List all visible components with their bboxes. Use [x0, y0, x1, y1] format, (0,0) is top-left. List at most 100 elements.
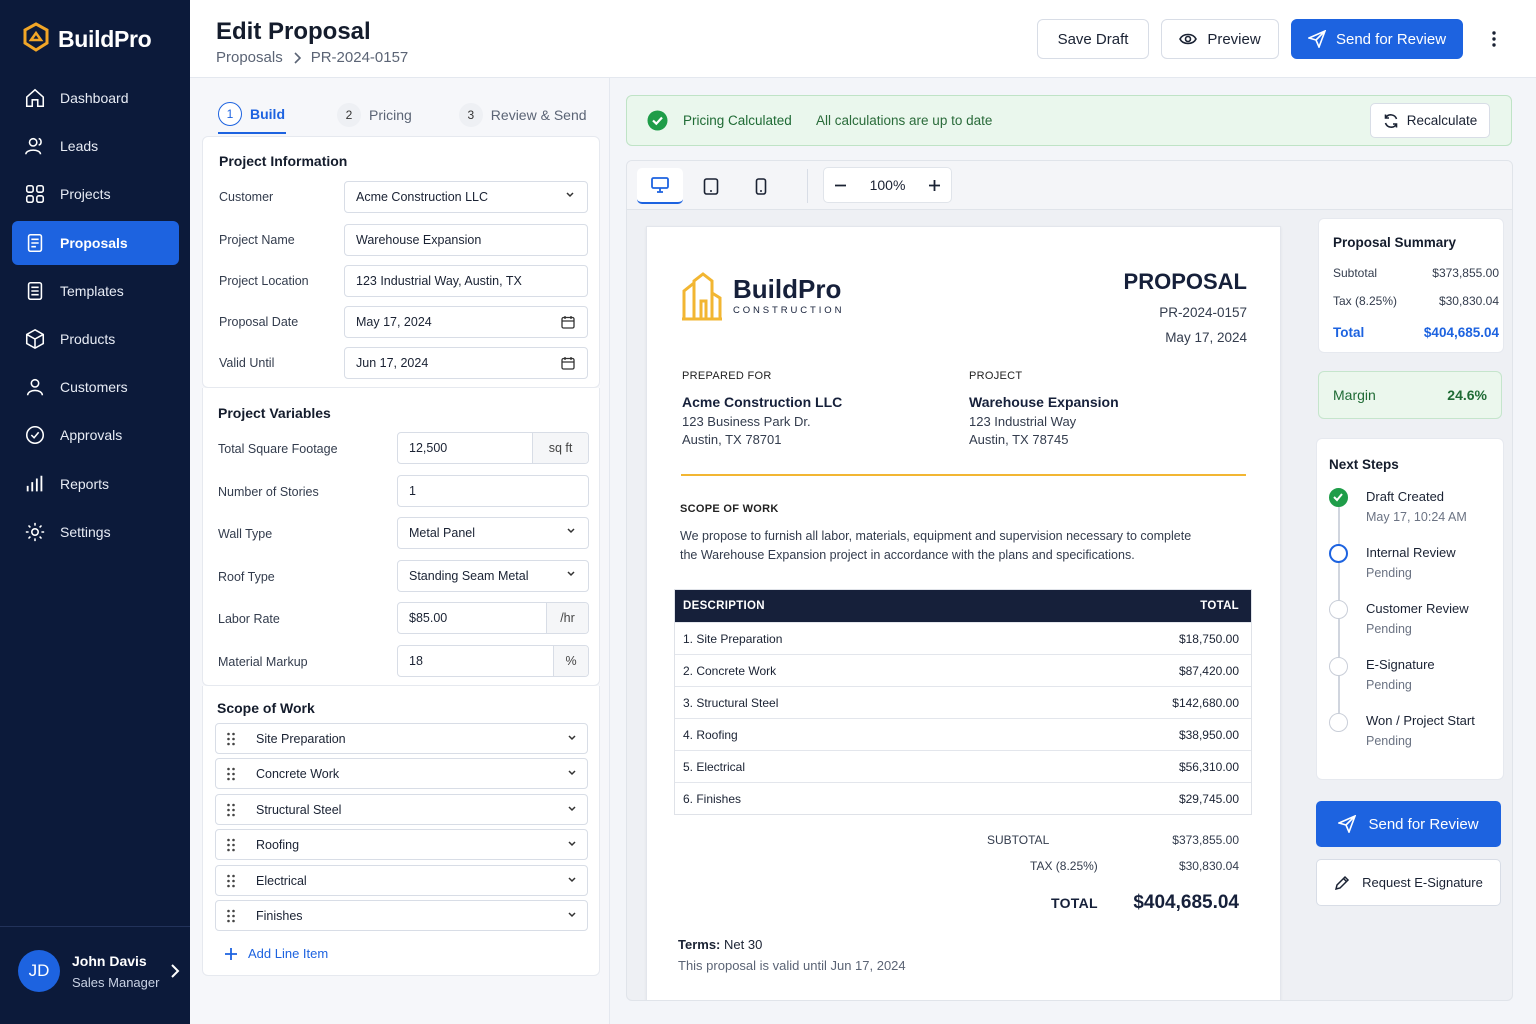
sidebar-item-customers[interactable]: Customers [12, 365, 179, 409]
wall-type-select[interactable]: Metal Panel [397, 517, 589, 549]
square-footage-value: 12,500 [409, 441, 448, 455]
stories-value: 1 [409, 484, 416, 498]
next-steps-title: Next Steps [1329, 457, 1399, 472]
next-steps-card: Next Steps Draft Created May 17, 10:24 A… [1316, 438, 1504, 780]
scope-item-structural-steel[interactable]: Structural Steel [215, 794, 588, 825]
stories-field[interactable]: 1 [397, 475, 589, 507]
tablet-view-button[interactable] [688, 168, 734, 204]
chevron-down-icon [568, 770, 576, 776]
save-draft-label: Save Draft [1057, 30, 1129, 48]
request-esignature-button[interactable]: Request E-Signature [1316, 859, 1501, 906]
table-row: 2. Concrete Work $87,420.00 [675, 654, 1251, 686]
drag-handle-icon[interactable] [226, 874, 236, 888]
step-label: Review & Send [490, 107, 587, 123]
drag-handle-icon[interactable] [226, 909, 236, 923]
building-logo-icon [682, 272, 722, 321]
prepared-for-label: PREPARED FOR [682, 370, 772, 382]
recalculate-button[interactable]: Recalculate [1370, 103, 1490, 138]
drag-handle-icon[interactable] [226, 838, 236, 852]
card-title: Project Variables [218, 405, 331, 421]
send-for-review-side-button[interactable]: Send for Review [1316, 801, 1501, 847]
sidebar-item-settings[interactable]: Settings [12, 510, 179, 554]
preview-button[interactable]: Preview [1161, 19, 1279, 59]
field-label: Wall Type [218, 527, 273, 541]
labor-rate-field[interactable]: $85.00 /hr [397, 602, 589, 634]
scope-item-label: Finishes [256, 908, 303, 923]
zoom-out-button[interactable] [834, 179, 847, 192]
sidebar-item-reports[interactable]: Reports [12, 462, 179, 506]
sidebar-item-proposals[interactable]: Proposals [12, 220, 179, 265]
chevron-down-icon [568, 912, 576, 918]
project-name-value: Warehouse Expansion [356, 233, 482, 247]
add-line-item-button[interactable]: Add Line Item [224, 946, 328, 961]
chevron-down-icon [568, 841, 576, 847]
template-icon [27, 281, 43, 300]
step-pending-icon [1329, 713, 1348, 732]
square-footage-field[interactable]: 12,500 sq ft [397, 432, 589, 464]
material-markup-field[interactable]: 18 % [397, 645, 589, 677]
row-total: $142,680.00 [1172, 695, 1239, 710]
step-pending-icon [1329, 657, 1348, 676]
zoom-level: 100% [869, 177, 906, 193]
zoom-in-button[interactable] [928, 179, 941, 192]
tab-review-send[interactable]: 3 Review & Send [458, 96, 587, 134]
more-menu-button[interactable] [1488, 30, 1500, 50]
project-address-line1: 123 Industrial Way [969, 414, 1077, 429]
row-total: $56,310.00 [1178, 759, 1239, 774]
column-description: DESCRIPTION [683, 600, 765, 612]
sidebar-item-leads[interactable]: Leads [12, 124, 179, 168]
user-menu[interactable]: JD John Davis Sales Manager [18, 950, 180, 992]
project-name-field[interactable]: Warehouse Expansion [344, 224, 588, 256]
scope-item-concrete-work[interactable]: Concrete Work [215, 758, 588, 789]
sidebar-item-dashboard[interactable]: Dashboard [12, 76, 179, 120]
chevron-down-icon [567, 528, 575, 534]
roof-type-select[interactable]: Standing Seam Metal [397, 560, 589, 592]
scope-item-electrical[interactable]: Electrical [215, 865, 588, 896]
drag-handle-icon[interactable] [226, 732, 236, 746]
sidebar-item-approvals[interactable]: Approvals [12, 413, 179, 457]
row-description: 3. Structural Steel [683, 695, 779, 710]
chevron-right-icon [294, 51, 301, 64]
timeline-connector [1338, 619, 1340, 657]
sidebar: BuildPro Dashboard Leads Projects Propos… [0, 0, 190, 1024]
send-for-review-button[interactable]: Send for Review [1291, 19, 1463, 59]
save-draft-button[interactable]: Save Draft [1037, 19, 1149, 59]
drag-handle-icon[interactable] [226, 803, 236, 817]
project-location-field[interactable]: 123 Industrial Way, Austin, TX [344, 265, 588, 297]
summary-tax-value: $30,830.04 [1438, 294, 1499, 308]
mobile-view-button[interactable] [738, 168, 784, 204]
desktop-view-button[interactable] [637, 168, 683, 204]
sidebar-item-projects[interactable]: Projects [12, 172, 179, 216]
drag-handle-icon[interactable] [226, 767, 236, 781]
scope-item-finishes[interactable]: Finishes [215, 900, 588, 931]
sidebar-item-templates[interactable]: Templates [12, 269, 179, 313]
valid-until-value: Jun 17, 2024 [356, 356, 429, 370]
margin-card: Margin 24.6% [1318, 371, 1502, 419]
tab-build[interactable]: 1 Build [218, 96, 286, 134]
proposal-document: BuildPro CONSTRUCTION PROPOSAL PR-2024-0… [646, 226, 1281, 1000]
timeline-connector [1338, 675, 1340, 713]
preview-toolbar: 100% [627, 161, 1512, 210]
sidebar-item-products[interactable]: Products [12, 317, 179, 361]
brand[interactable]: BuildPro [22, 22, 152, 57]
customer-select[interactable]: Acme Construction LLC [344, 181, 588, 213]
pricing-status-banner: Pricing Calculated All calculations are … [626, 95, 1512, 146]
scope-item-roofing[interactable]: Roofing [215, 829, 588, 860]
summary-tax-row: Tax (8.25%) $30,830.04 [1333, 294, 1499, 308]
eye-icon [1179, 33, 1198, 45]
proposal-date-field[interactable]: May 17, 2024 [344, 306, 588, 338]
project-variables-card: Project Variables Total Square Footage 1… [202, 388, 600, 686]
row-description: 5. Electrical [683, 759, 746, 774]
gear-icon [25, 522, 45, 541]
scope-item-site-preparation[interactable]: Site Preparation [215, 723, 588, 754]
check-circle-icon [25, 426, 45, 445]
breadcrumb-proposals[interactable]: Proposals [216, 49, 283, 66]
tab-pricing[interactable]: 2 Pricing [337, 96, 412, 134]
top-bar: Edit Proposal Proposals PR-2024-0157 Sav… [190, 0, 1536, 78]
project-location-value: 123 Industrial Way, Austin, TX [356, 274, 522, 288]
step-name: Customer Review [1366, 601, 1469, 616]
project-address-line2: Austin, TX 78745 [969, 432, 1069, 447]
field-label: Labor Rate [218, 612, 280, 626]
table-row: 3. Structural Steel $142,680.00 [675, 686, 1251, 718]
valid-until-field[interactable]: Jun 17, 2024 [344, 347, 588, 379]
